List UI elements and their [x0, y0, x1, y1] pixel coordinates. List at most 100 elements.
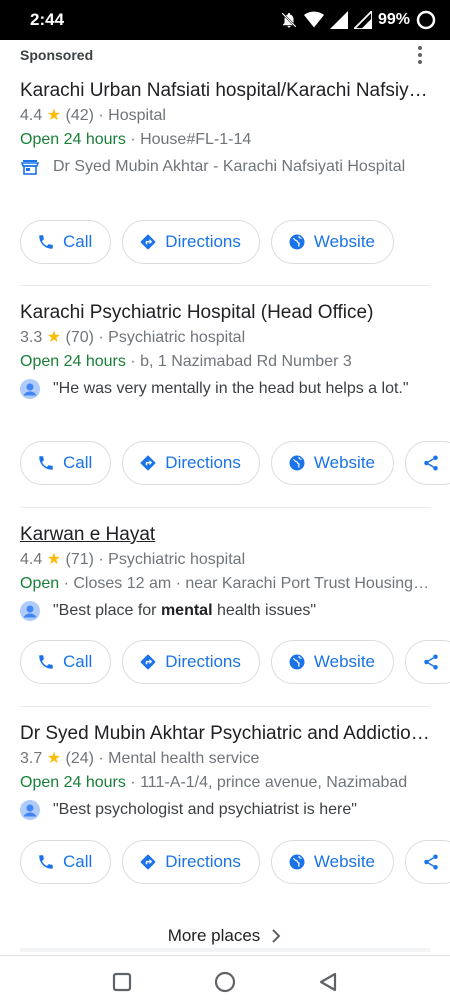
phone-icon [39, 235, 53, 249]
listing-actions: Call Directions Website [20, 220, 394, 264]
recents-button[interactable] [107, 967, 137, 997]
globe-icon [289, 854, 305, 870]
listing-review: "Best place for mental health issues" [20, 598, 430, 623]
listing-title[interactable]: Karwan e Hayat [20, 522, 430, 548]
hours-status: Open 24 hours [20, 353, 126, 370]
share-icon [424, 654, 438, 670]
listing-review: "Best psychologist and psychiatrist is h… [20, 797, 430, 822]
directions-button[interactable]: Directions [122, 840, 260, 884]
call-button[interactable]: Call [20, 220, 112, 264]
directions-icon [140, 234, 156, 250]
listing-rating-line: 4.4 ★ (42) · Hospital [20, 107, 166, 124]
divider [20, 285, 430, 286]
directions-label: Directions [165, 453, 241, 472]
rating-value: 3.3 [20, 329, 43, 346]
person-icon [20, 800, 40, 820]
listing-card[interactable]: Dr Syed Mubin Akhtar Psychiatric and Add… [0, 721, 450, 822]
directions-button[interactable]: Directions [122, 441, 260, 485]
listing-card[interactable]: Karachi Urban Nafsiati hospital/Karachi … [0, 78, 450, 179]
category: Mental health service [108, 750, 260, 767]
share-button[interactable] [405, 640, 450, 684]
listing-actions: Call Directions Website [20, 441, 450, 485]
navigation-bar [0, 955, 450, 1008]
address: near Karachi Port Trust Housing Society [185, 575, 430, 592]
review-text: "Best place for mental health issues" [53, 598, 428, 623]
back-button[interactable] [313, 967, 343, 997]
listing-title[interactable]: Karachi Psychiatric Hospital (Head Offic… [20, 300, 430, 326]
signal-icon-2 [353, 11, 372, 29]
category: Psychiatric hospital [108, 329, 246, 346]
listing-title[interactable]: Karachi Urban Nafsiati hospital/Karachi … [20, 78, 430, 104]
category: Psychiatric hospital [108, 551, 246, 568]
listing-card[interactable]: Karwan e Hayat 4.4 ★ (71) · Psychiatric … [0, 522, 450, 623]
call-button[interactable]: Call [20, 441, 112, 485]
star-icon: ★ [46, 107, 62, 124]
directions-label: Directions [165, 232, 241, 251]
more-options-icon[interactable] [410, 43, 430, 67]
listing-hours-line: Open 24 hours · House#FL-1-14 [20, 131, 252, 148]
call-button[interactable]: Call [20, 840, 112, 884]
listing-detail: Dr Syed Mubin Akhtar - Karachi Nafsiyati… [20, 154, 430, 179]
address: 111-A-1/4, prince avenue, Nazimabad [140, 774, 408, 791]
share-icon [424, 455, 438, 471]
listing-title[interactable]: Dr Syed Mubin Akhtar Psychiatric and Add… [20, 721, 430, 747]
status-icons: 99% [280, 10, 436, 30]
wifi-icon [303, 11, 324, 28]
website-label: Website [313, 652, 375, 671]
address: House#FL-1-14 [140, 131, 252, 148]
home-button[interactable] [210, 967, 240, 997]
globe-icon [289, 654, 305, 670]
share-icon [424, 854, 438, 870]
review-text: "He was very mentally in the head but he… [53, 380, 409, 397]
listing-hours-line: Open 24 hours · 111-A-1/4, prince avenue… [20, 774, 408, 791]
directions-icon [140, 854, 156, 870]
listing-card[interactable]: Karachi Psychiatric Hospital (Head Offic… [0, 300, 450, 401]
listing-review: "He was very mentally in the head but he… [20, 376, 430, 401]
review-text-highlight: mental [160, 602, 213, 619]
call-button[interactable]: Call [20, 640, 112, 684]
review-count: (70) [65, 329, 94, 346]
call-label: Call [63, 852, 93, 871]
category: Hospital [108, 107, 166, 124]
directions-icon [140, 654, 156, 670]
listing-actions: Call Directions Website [20, 640, 450, 684]
person-icon [20, 601, 40, 621]
review-count: (42) [65, 107, 94, 124]
review-count: (71) [65, 551, 94, 568]
website-button[interactable]: Website [270, 441, 394, 485]
rating-value: 4.4 [20, 551, 43, 568]
website-button[interactable]: Website [270, 640, 394, 684]
listing-rating-line: 3.3 ★ (70) · Psychiatric hospital [20, 329, 246, 346]
globe-icon [289, 234, 305, 250]
status-time: 2:44 [30, 10, 65, 29]
globe-icon [289, 455, 305, 471]
notifications-off-icon [281, 12, 297, 28]
star-icon: ★ [46, 750, 62, 767]
website-button[interactable]: Website [270, 220, 394, 264]
card-bottom-edge [20, 948, 430, 952]
status-bar: 2:44 99% [0, 0, 450, 40]
detail-text: Dr Syed Mubin Akhtar - Karachi Nafsiyati… [53, 158, 406, 175]
rating-value: 4.4 [20, 107, 43, 124]
call-label: Call [63, 652, 93, 671]
review-count: (24) [65, 750, 94, 767]
listing-hours-line: Open · Closes 12 am · near Karachi Port … [20, 572, 430, 596]
review-text-pre: "Best place for [53, 602, 161, 619]
circle-icon [214, 971, 236, 993]
battery-percent: 99% [377, 11, 410, 28]
review-text: "Best psychologist and psychiatrist is h… [53, 801, 357, 818]
square-icon [112, 972, 131, 992]
storefront-icon [20, 160, 40, 175]
share-button[interactable] [405, 840, 450, 884]
rating-value: 3.7 [20, 750, 43, 767]
battery-icon [416, 10, 436, 30]
call-label: Call [63, 232, 93, 251]
website-button[interactable]: Website [270, 840, 394, 884]
listing-actions: Call Directions Website [20, 840, 450, 884]
share-button[interactable] [405, 441, 450, 485]
address: b, 1 Nazimabad Rd Number 3 [140, 353, 352, 370]
directions-button[interactable]: Directions [122, 640, 260, 684]
sponsored-label: Sponsored [20, 47, 94, 63]
closing-time: Closes 12 am [73, 575, 172, 592]
directions-button[interactable]: Directions [122, 220, 260, 264]
